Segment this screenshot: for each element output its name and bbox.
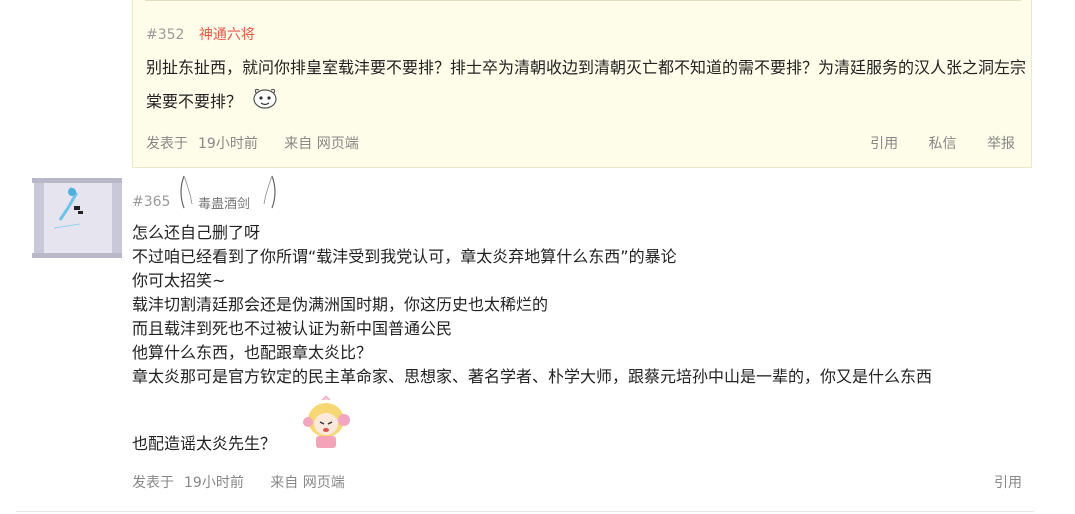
reply-line: 你可太招笑~ xyxy=(132,271,226,290)
username-link[interactable]: 神通六将 xyxy=(199,27,255,43)
post-time: 19小时前 xyxy=(198,136,258,152)
posted-label: 发表于 xyxy=(132,475,174,491)
divider xyxy=(16,511,1034,512)
reply-line: 章太炎那可是官方钦定的民主革命家、思想家、著名学者、朴学大师，跟蔡元培孙中山是一… xyxy=(132,367,933,386)
quote-reply-button[interactable]: 引用 xyxy=(994,475,1022,491)
quote-actions: 引用 私信 举报 xyxy=(844,133,1015,153)
avatar[interactable] xyxy=(32,178,122,258)
report-button[interactable]: 举报 xyxy=(987,136,1015,152)
quote-header: #352 神通六将 xyxy=(146,24,255,44)
posted-label: 发表于 xyxy=(146,136,188,152)
private-message-button[interactable]: 私信 xyxy=(929,136,957,152)
reply-actions: 引用 xyxy=(968,472,1022,492)
post-time: 19小时前 xyxy=(184,475,244,491)
quoted-post: #352 神通六将 别扯东扯西，就问你排皇室载沣要不要排？排士卒为清朝收边到清朝… xyxy=(132,0,1032,168)
floor-number[interactable]: #365 xyxy=(132,194,170,210)
reply-footer: 发表于 19小时前 来自 网页端 xyxy=(132,472,367,492)
quote-body: 别扯东扯西，就问你排皇室载沣要不要排？排士卒为清朝收边到清朝灭亡都不知道的需不要… xyxy=(146,51,1026,119)
reply-line: 不过咱已经看到了你所谓“载沣受到我党认可，章太炎弃地算什么东西”的暴论 xyxy=(132,247,677,266)
reply-line: 也配造谣太炎先生？ xyxy=(132,434,277,453)
reply-line: 怎么还自己删了呀 xyxy=(132,223,261,242)
divider xyxy=(145,0,1021,1)
anime-sticker-icon xyxy=(303,396,350,448)
emoji-sticker-icon xyxy=(253,88,277,109)
reply-body: 怎么还自己删了呀 不过咱已经看到了你所谓“载沣受到我党认可，章太炎弃地算什么东西… xyxy=(132,221,1032,389)
user-badge-name[interactable]: 毒蛊酒剑 xyxy=(198,193,250,212)
reply-line: 他算什么东西，也配跟章太炎比？ xyxy=(132,343,373,362)
reply-line: 载沣切割清廷那会还是伪满洲国时期，你这历史也太稀烂的 xyxy=(132,295,549,314)
post-source: 来自 网页端 xyxy=(270,475,345,491)
reply-line: 而且载沣到死也不过被认证为新中国普通公民 xyxy=(132,319,453,338)
quote-footer: 发表于 19小时前 来自 网页端 xyxy=(146,133,381,153)
quote-reply-button[interactable]: 引用 xyxy=(870,136,898,152)
post-source: 来自 网页端 xyxy=(284,136,359,152)
floor-number[interactable]: #352 xyxy=(146,27,184,43)
